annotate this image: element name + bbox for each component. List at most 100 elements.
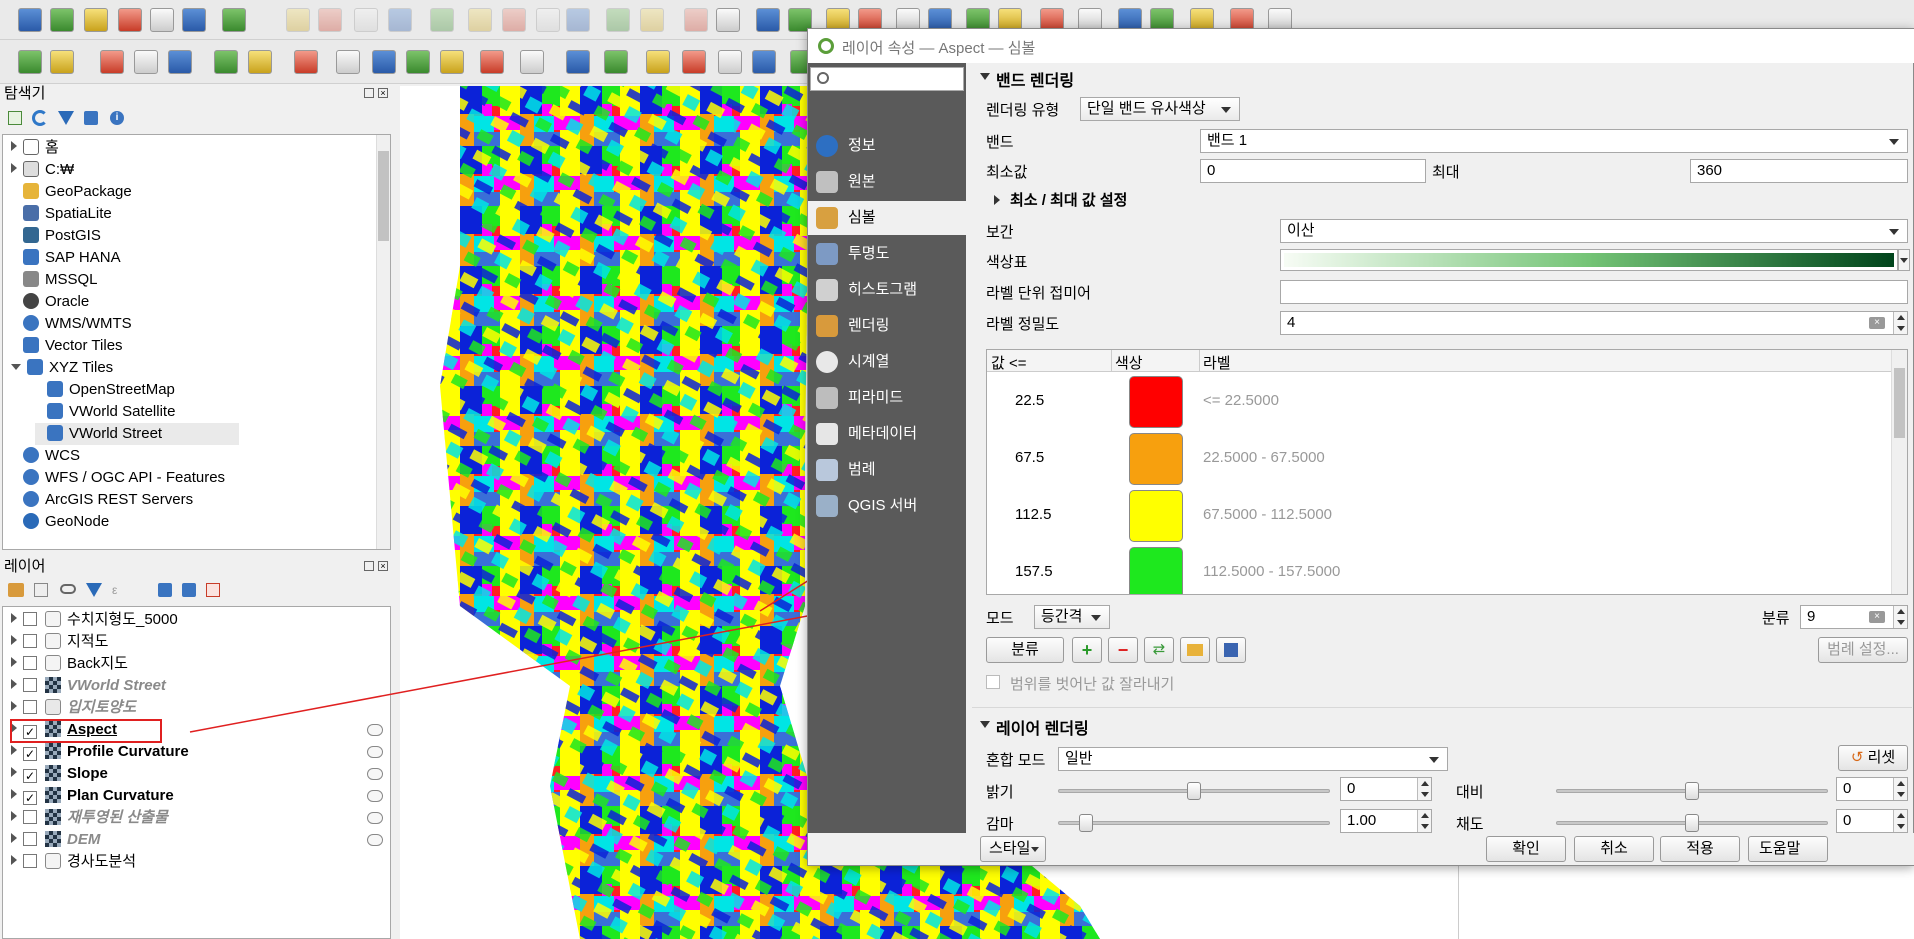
expand-arrow-icon[interactable] bbox=[11, 701, 17, 711]
legend-settings-button[interactable]: 범례 설정... bbox=[1818, 637, 1908, 663]
add-group-icon[interactable] bbox=[34, 583, 48, 597]
sidebar-item[interactable]: 투명도 bbox=[808, 237, 966, 271]
invert-colors-button[interactable]: ⇄ bbox=[1144, 637, 1174, 663]
table-scroll-thumb[interactable] bbox=[1894, 368, 1905, 438]
contrast-knob[interactable] bbox=[1685, 782, 1699, 800]
browser-item[interactable]: PostGIS bbox=[11, 225, 101, 247]
sidebar-item[interactable]: 심볼 bbox=[808, 201, 966, 235]
sidebar-item[interactable]: QGIS 서버 bbox=[808, 489, 966, 523]
sidebar-item[interactable]: 정보 bbox=[808, 129, 966, 163]
browser-item[interactable]: VWorld Satellite bbox=[35, 401, 175, 423]
embedded-widget-icon[interactable] bbox=[367, 812, 383, 824]
layer-item[interactable]: ✓ Plan Curvature bbox=[11, 785, 391, 807]
gamma-input[interactable]: 1.00 bbox=[1340, 809, 1432, 833]
class-color-swatch[interactable] bbox=[1129, 376, 1183, 428]
class-label[interactable]: 67.5000 - 112.5000 bbox=[1203, 506, 1332, 523]
browser-item[interactable]: OpenStreetMap bbox=[35, 379, 175, 401]
expand-arrow-icon[interactable] bbox=[11, 657, 17, 667]
toolbar-tool-icon[interactable] bbox=[248, 50, 272, 74]
embedded-widget-icon[interactable] bbox=[367, 768, 383, 780]
toolbar-tool-icon[interactable] bbox=[520, 50, 544, 74]
sidebar-item[interactable]: 피라미드 bbox=[808, 381, 966, 415]
class-label[interactable]: 22.5000 - 67.5000 bbox=[1203, 449, 1325, 466]
filter-expression-icon[interactable]: ε bbox=[112, 583, 128, 597]
toolbar-tool-icon[interactable] bbox=[50, 8, 74, 32]
filter-legend-icon[interactable] bbox=[86, 583, 102, 597]
browser-item[interactable]: WCS bbox=[11, 445, 80, 467]
color-table-row[interactable]: 67.5 22.5000 - 67.5000 bbox=[987, 431, 1893, 487]
color-table-scrollbar[interactable] bbox=[1891, 350, 1907, 594]
toolbar-tool-icon[interactable] bbox=[684, 8, 708, 32]
toolbar-tool-icon[interactable] bbox=[18, 8, 42, 32]
browser-panel-close-icon[interactable]: × bbox=[378, 88, 388, 98]
expand-arrow-icon[interactable] bbox=[11, 789, 17, 799]
ok-button[interactable]: 확인 bbox=[1486, 836, 1566, 862]
layer-visibility-checkbox[interactable]: ✓ bbox=[23, 791, 37, 805]
min-input[interactable]: 0 bbox=[1200, 159, 1426, 183]
toolbar-tool-icon[interactable] bbox=[566, 50, 590, 74]
layer-style-icon[interactable] bbox=[8, 583, 24, 597]
expand-arrow-icon[interactable] bbox=[11, 855, 17, 865]
class-value[interactable]: 22.5 bbox=[1015, 392, 1044, 409]
interpolation-select[interactable]: 이산 bbox=[1280, 219, 1908, 243]
browser-panel-float-icon[interactable] bbox=[364, 88, 374, 98]
toolbar-tool-icon[interactable] bbox=[18, 50, 42, 74]
color-ramp-dropdown[interactable] bbox=[1898, 249, 1910, 271]
color-table-row[interactable]: 22.5 <= 22.5000 bbox=[987, 374, 1893, 430]
toolbar-tool-icon[interactable] bbox=[354, 8, 378, 32]
toolbar-tool-icon[interactable] bbox=[716, 8, 740, 32]
layer-visibility-checkbox[interactable]: ✓ bbox=[23, 769, 37, 783]
browser-item[interactable]: GeoPackage bbox=[11, 181, 132, 203]
toolbar-tool-icon[interactable] bbox=[222, 8, 246, 32]
layer-visibility-checkbox[interactable]: ✓ bbox=[23, 747, 37, 761]
toolbar-tool-icon[interactable] bbox=[294, 50, 318, 74]
gamma-slider[interactable] bbox=[1058, 814, 1330, 832]
expand-arrow-icon[interactable] bbox=[11, 364, 21, 370]
refresh-icon[interactable] bbox=[32, 110, 48, 126]
browser-item[interactable]: 홈 bbox=[11, 137, 59, 159]
expand-arrow-icon[interactable] bbox=[11, 613, 17, 623]
toolbar-tool-icon[interactable] bbox=[440, 50, 464, 74]
browser-item[interactable]: MSSQL bbox=[11, 269, 98, 291]
class-color-swatch[interactable] bbox=[1129, 433, 1183, 485]
toolbar-tool-icon[interactable] bbox=[134, 50, 158, 74]
header-value[interactable]: 값 <= bbox=[991, 352, 1027, 373]
toolbar-tool-icon[interactable] bbox=[214, 50, 238, 74]
header-label[interactable]: 라벨 bbox=[1203, 352, 1231, 373]
toolbar-tool-icon[interactable] bbox=[406, 50, 430, 74]
sidebar-item[interactable]: 범례 bbox=[808, 453, 966, 487]
expand-arrow-icon[interactable] bbox=[11, 679, 17, 689]
toolbar-tool-icon[interactable] bbox=[430, 8, 454, 32]
browser-item[interactable]: C:₩ bbox=[11, 159, 74, 181]
saturation-spinner[interactable] bbox=[1893, 810, 1907, 832]
mode-select[interactable]: 등간격 bbox=[1034, 605, 1110, 629]
saturation-slider[interactable] bbox=[1556, 814, 1828, 832]
browser-item[interactable]: Vector Tiles bbox=[11, 335, 123, 357]
toolbar-tool-icon[interactable] bbox=[84, 8, 108, 32]
sidebar-item[interactable]: 히스토그램 bbox=[808, 273, 966, 307]
layer-item[interactable]: 재투영된 산출물 bbox=[11, 807, 391, 829]
toolbar-tool-icon[interactable] bbox=[150, 8, 174, 32]
layer-item[interactable]: 경사도분석 bbox=[11, 851, 391, 873]
toolbar-tool-icon[interactable] bbox=[752, 50, 776, 74]
toolbar-tool-icon[interactable] bbox=[318, 8, 342, 32]
color-table-row[interactable]: 112.5 67.5000 - 112.5000 bbox=[987, 488, 1893, 544]
toolbar-tool-icon[interactable] bbox=[718, 50, 742, 74]
manage-visibility-icon[interactable] bbox=[60, 584, 76, 594]
load-colormap-button[interactable] bbox=[1180, 637, 1210, 663]
label-precision-input[interactable]: 4 × bbox=[1280, 311, 1908, 335]
expand-arrow-icon[interactable] bbox=[11, 811, 17, 821]
layer-visibility-checkbox[interactable] bbox=[23, 634, 37, 648]
class-color-swatch[interactable] bbox=[1129, 490, 1183, 542]
filter-icon[interactable] bbox=[58, 111, 74, 125]
saturation-input[interactable]: 0 bbox=[1836, 809, 1908, 833]
layer-visibility-checkbox[interactable] bbox=[23, 832, 37, 846]
browser-item[interactable]: WMS/WMTS bbox=[11, 313, 132, 335]
toolbar-tool-icon[interactable] bbox=[646, 50, 670, 74]
expand-arrow-icon[interactable] bbox=[11, 635, 17, 645]
toolbar-tool-icon[interactable] bbox=[118, 8, 142, 32]
sidebar-item[interactable]: 렌더링 bbox=[808, 309, 966, 343]
style-button[interactable]: 스타일 bbox=[980, 836, 1046, 862]
toolbar-tool-icon[interactable] bbox=[468, 8, 492, 32]
section-collapse-icon[interactable] bbox=[980, 73, 990, 80]
